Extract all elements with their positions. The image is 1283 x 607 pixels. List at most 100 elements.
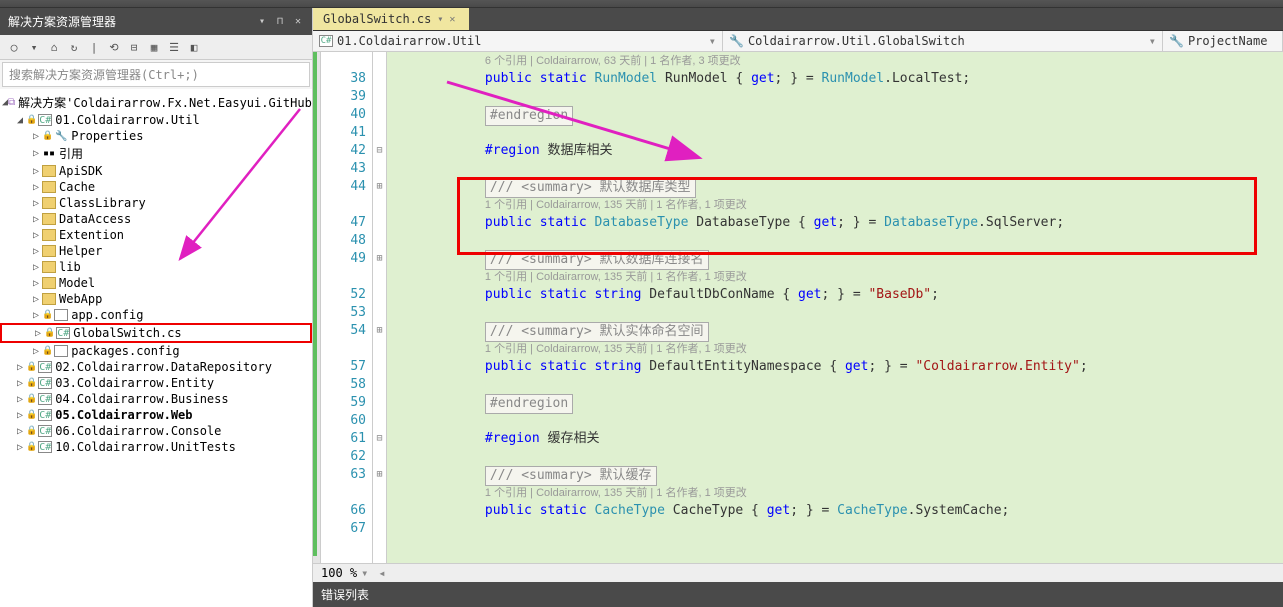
preview-icon[interactable]: ◧ [186, 39, 202, 55]
code-line[interactable]: /// <summary> 默认缓存 [391, 466, 1283, 484]
code-line[interactable]: 1 个引用 | Coldairarrow, 135 天前 | 1 名作者, 1 … [391, 196, 1283, 214]
expand-icon[interactable]: ▷ [30, 246, 42, 257]
nav-member[interactable]: 🔧 ProjectName [1163, 31, 1283, 51]
expand-icon[interactable]: ▷ [30, 294, 42, 305]
expand-icon[interactable]: ▷ [30, 310, 42, 321]
code-line[interactable]: 1 个引用 | Coldairarrow, 135 天前 | 1 名作者, 1 … [391, 484, 1283, 502]
expand-icon[interactable]: ▷ [30, 262, 42, 273]
code-line[interactable]: #region 缓存相关 [391, 430, 1283, 448]
code-line[interactable]: public static string DefaultEntityNamesp… [391, 358, 1283, 376]
expand-icon[interactable]: ▷ [30, 278, 42, 289]
tab-pin-icon[interactable]: ▾ [437, 14, 443, 25]
code-line[interactable] [391, 232, 1283, 250]
chevron-left-icon[interactable]: ◂ [378, 566, 385, 580]
expand-icon[interactable]: ▷ [14, 426, 26, 437]
fold-toggle[interactable]: ⊞ [373, 322, 386, 340]
expand-icon[interactable]: ▷ [30, 198, 42, 209]
panel-title-bar[interactable]: 解决方案资源管理器 ▾ ⊓ ✕ [0, 8, 312, 35]
code-line[interactable] [391, 304, 1283, 322]
code-line[interactable]: /// <summary> 默认数据库连接名 [391, 250, 1283, 268]
solution-tree[interactable]: ◢⧉ 解决方案'Coldairarrow.Fx.Net.Easyui.GitHu… [0, 89, 312, 607]
solution-node[interactable]: ◢⧉ 解决方案'Coldairarrow.Fx.Net.Easyui.GitHu… [0, 93, 312, 112]
tree-node[interactable]: ▷🔒C#06.Coldairarrow.Console [0, 423, 312, 439]
expand-icon[interactable]: ▷ [30, 166, 42, 177]
dropdown-icon[interactable]: ▾ [256, 16, 268, 28]
code-line[interactable]: public static RunModel RunModel { get; }… [391, 70, 1283, 88]
tree-node[interactable]: ▷ApiSDK [0, 163, 312, 179]
fold-toggle[interactable]: ⊟ [373, 142, 386, 160]
refresh-icon[interactable]: ⟲ [106, 39, 122, 55]
chevron-down-icon[interactable]: ▾ [709, 34, 716, 48]
fold-toggle[interactable]: ⊟ [373, 430, 386, 448]
expand-icon[interactable]: ▷ [14, 362, 26, 373]
code-line[interactable]: 6 个引用 | Coldairarrow, 63 天前 | 1 名作者, 3 项… [391, 52, 1283, 70]
expand-icon[interactable]: ▷ [30, 131, 42, 142]
code-line[interactable] [391, 124, 1283, 142]
code-content[interactable]: 6 个引用 | Coldairarrow, 63 天前 | 1 名作者, 3 项… [387, 52, 1283, 563]
expand-icon[interactable]: ▷ [14, 410, 26, 421]
chevron-down-icon[interactable]: ▾ [361, 566, 368, 580]
expand-icon[interactable]: ▷ [30, 148, 42, 159]
code-line[interactable]: #region 数据库相关 [391, 142, 1283, 160]
code-line[interactable]: 1 个引用 | Coldairarrow, 135 天前 | 1 名作者, 1 … [391, 340, 1283, 358]
code-line[interactable] [391, 448, 1283, 466]
code-line[interactable] [391, 520, 1283, 538]
expand-icon[interactable]: ▷ [14, 442, 26, 453]
tree-node[interactable]: ▷🔒🔧Properties [0, 128, 312, 144]
code-area[interactable]: 3839404142434447484952535457585960616263… [313, 52, 1283, 563]
search-input[interactable]: 搜索解决方案资源管理器(Ctrl+;) [2, 62, 310, 87]
sync-icon[interactable]: ↻ [66, 39, 82, 55]
code-line[interactable]: public static CacheType CacheType { get;… [391, 502, 1283, 520]
zoom-bar[interactable]: 100 % ▾ ◂ [313, 563, 1283, 582]
code-line[interactable]: /// <summary> 默认数据库类型 [391, 178, 1283, 196]
show-all-icon[interactable]: ▦ [146, 39, 162, 55]
pin-icon[interactable]: ⊓ [274, 16, 286, 28]
expand-icon[interactable]: ▷ [30, 346, 42, 357]
nav-class[interactable]: 🔧 Coldairarrow.Util.GlobalSwitch ▾ [723, 31, 1163, 51]
code-line[interactable]: 1 个引用 | Coldairarrow, 135 天前 | 1 名作者, 1 … [391, 268, 1283, 286]
tree-node[interactable]: ▷🔒C#02.Coldairarrow.DataRepository [0, 359, 312, 375]
home-icon[interactable]: ⌂ [46, 39, 62, 55]
tree-node[interactable]: ▷🔒app.config [0, 307, 312, 323]
chevron-down-icon[interactable]: ▾ [1149, 34, 1156, 48]
expand-icon[interactable]: ▷ [30, 182, 42, 193]
tree-node[interactable]: ▷🔒C#04.Coldairarrow.Business [0, 391, 312, 407]
code-line[interactable]: #endregion [391, 106, 1283, 124]
tree-node[interactable]: ▷🔒C#GlobalSwitch.cs [0, 323, 312, 343]
tree-node[interactable]: ▷🔒C#03.Coldairarrow.Entity [0, 375, 312, 391]
error-list-tab[interactable]: 错误列表 [313, 582, 1283, 607]
close-icon[interactable]: ✕ [292, 16, 304, 28]
expand-icon[interactable]: ◢ [14, 115, 26, 126]
fold-toggle[interactable]: ⊞ [373, 466, 386, 484]
properties-icon[interactable]: ☰ [166, 39, 182, 55]
tree-node[interactable]: ▷Model [0, 275, 312, 291]
expand-icon[interactable]: ▷ [30, 230, 42, 241]
code-line[interactable] [391, 88, 1283, 106]
collapse-icon[interactable]: ⊟ [126, 39, 142, 55]
tree-node[interactable]: ▷🔒packages.config [0, 343, 312, 359]
tab-close-icon[interactable]: ✕ [449, 14, 455, 25]
code-line[interactable]: public static string DefaultDbConName { … [391, 286, 1283, 304]
tree-node[interactable]: ▷▪▪引用 [0, 144, 312, 163]
tree-node[interactable]: ▷Extention [0, 227, 312, 243]
tree-node[interactable]: ▷lib [0, 259, 312, 275]
expand-icon[interactable]: ▷ [14, 378, 26, 389]
expand-icon[interactable]: ▷ [32, 328, 44, 339]
back-icon[interactable]: ◯ [6, 39, 22, 55]
tree-node[interactable]: ▷🔒C#05.Coldairarrow.Web [0, 407, 312, 423]
code-line[interactable]: public static DatabaseType DatabaseType … [391, 214, 1283, 232]
expand-icon[interactable]: ▷ [14, 394, 26, 405]
tree-node[interactable]: ▷ClassLibrary [0, 195, 312, 211]
code-line[interactable]: /// <summary> 默认实体命名空间 [391, 322, 1283, 340]
tree-node[interactable]: ▷DataAccess [0, 211, 312, 227]
code-line[interactable] [391, 160, 1283, 178]
code-line[interactable] [391, 376, 1283, 394]
fwd-icon[interactable]: ▾ [26, 39, 42, 55]
tab-globalswitch[interactable]: GlobalSwitch.cs ▾ ✕ [313, 8, 469, 30]
tree-node[interactable]: ◢🔒C#01.Coldairarrow.Util [0, 112, 312, 128]
expand-icon[interactable]: ▷ [30, 214, 42, 225]
code-line[interactable] [391, 412, 1283, 430]
fold-toggle[interactable]: ⊞ [373, 250, 386, 268]
fold-column[interactable]: ⊟⊞⊞⊞⊟⊞ [373, 52, 387, 563]
nav-project[interactable]: C# 01.Coldairarrow.Util ▾ [313, 31, 723, 51]
